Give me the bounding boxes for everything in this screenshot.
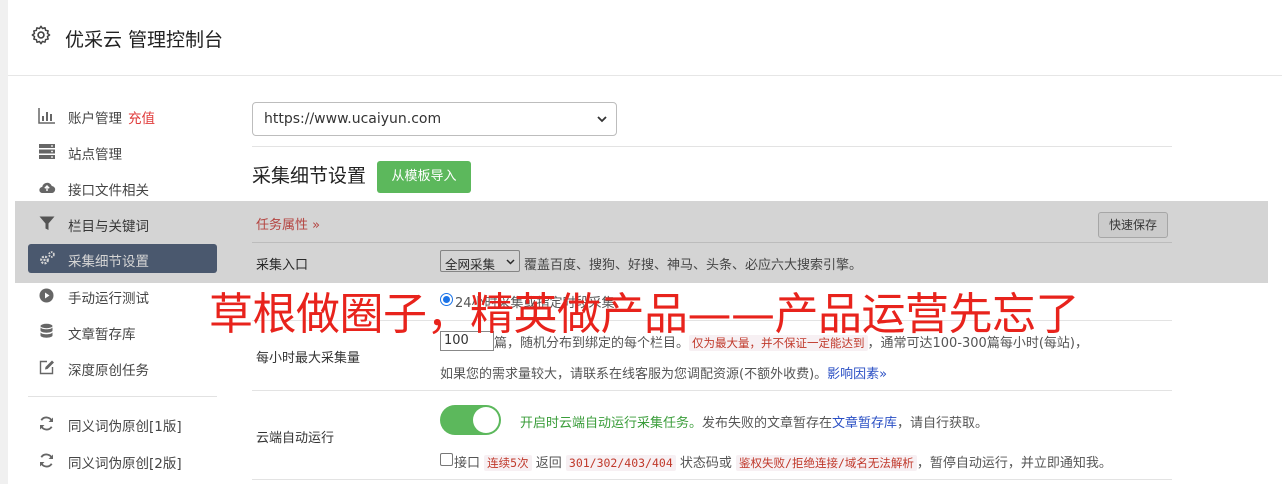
banner-headline: 草根做圈子，精英做产品——产品运营先忘了 <box>209 289 1080 340</box>
section-title: 采集细节设置 <box>252 165 367 187</box>
cloud-run-description: 开启时云端自动运行采集任务。发布失败的文章暂存在文章暂存库，请自行获取。 <box>520 416 989 431</box>
sidebar-item-interface[interactable]: 接口文件相关 <box>28 173 217 202</box>
import-template-button[interactable]: 从模板导入 <box>377 161 471 193</box>
sidebar-item-label: 账户管理 <box>68 111 122 127</box>
bar-chart-icon <box>38 108 55 124</box>
divider <box>252 390 1172 391</box>
cloud-run-toggle[interactable] <box>440 405 501 435</box>
edit-icon <box>39 360 54 375</box>
sidebar-item-label: 接口文件相关 <box>68 183 149 199</box>
sidebar-item-deep-original[interactable]: 深度原创任务 <box>28 353 217 382</box>
divider <box>252 479 1172 480</box>
sidebar-item-account[interactable]: 账户管理 充值 <box>28 101 217 130</box>
refresh-icon <box>40 453 53 468</box>
page-title: 优采云 管理控制台 <box>65 29 224 51</box>
sidebar-item-label: 深度原创任务 <box>68 363 149 379</box>
divider <box>252 146 1172 147</box>
pause-on-error-text: 接口 连续5次 返回 301/302/403/404 状态码或 鉴权失败/拒绝连… <box>454 455 1112 471</box>
refresh-icon <box>40 416 53 431</box>
sidebar-item-sites[interactable]: 站点管理 <box>28 137 217 166</box>
cloud-upload-icon <box>39 182 56 194</box>
sidebar-item-manual-run[interactable]: 手动运行测试 <box>28 281 217 310</box>
sidebar-item-label: 站点管理 <box>68 147 122 163</box>
factors-link[interactable]: 影响因素» <box>827 367 887 382</box>
recharge-link[interactable]: 充值 <box>128 111 155 127</box>
site-select[interactable]: https://www.ucaiyun.com <box>252 102 617 136</box>
max-per-hour-more: 如果您的需求量较大，请联系在线客服为您调配资源(不额外收费)。影响因素» <box>440 367 888 382</box>
sidebar-divider <box>28 396 217 397</box>
sidebar-item-label: 同义词伪原创[1版] <box>68 419 182 435</box>
cloud-run-label: 云端自动运行 <box>256 431 335 446</box>
chevron-down-icon <box>597 116 607 123</box>
gray-overlay-band <box>15 201 1268 283</box>
article-store-link[interactable]: 文章暂存库 <box>832 416 897 431</box>
play-circle-icon <box>39 288 54 303</box>
database-icon <box>40 323 53 338</box>
sidebar-item-synonym-v2[interactable]: 同义词伪原创[2版] <box>28 446 217 475</box>
pause-on-error-checkbox[interactable] <box>440 453 453 466</box>
sidebar-item-article-store[interactable]: 文章暂存库 <box>28 317 217 346</box>
max-per-hour-label: 每小时最大采集量 <box>256 351 361 366</box>
sidebar-item-label: 手动运行测试 <box>68 291 149 307</box>
console-header: 优采云 管理控制台 <box>8 0 1282 76</box>
sidebar-item-label: 文章暂存库 <box>68 327 136 343</box>
server-icon <box>39 144 55 159</box>
sidebar-item-label: 同义词伪原创[2版] <box>68 456 182 472</box>
sidebar-item-synonym-v1[interactable]: 同义词伪原创[1版] <box>28 409 217 438</box>
gear-icon <box>31 25 51 45</box>
